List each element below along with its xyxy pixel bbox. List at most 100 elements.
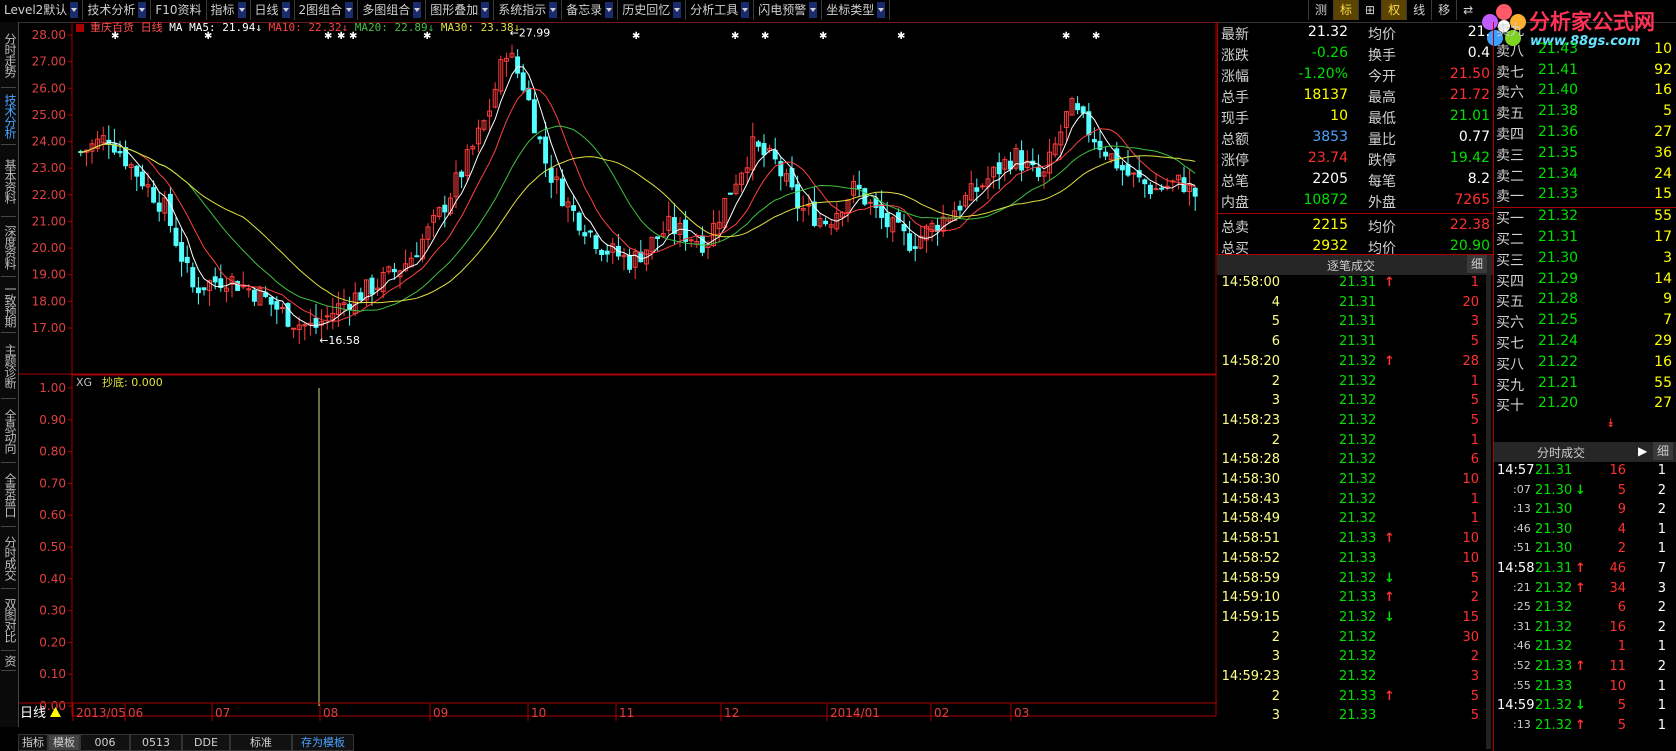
bottom-tab[interactable]: 006 bbox=[80, 734, 130, 751]
event-marker-icon[interactable]: ✱ bbox=[349, 31, 357, 42]
order-row[interactable]: 买十 21.20 27 bbox=[1493, 395, 1676, 415]
minute-time: :21 bbox=[1513, 580, 1531, 594]
dropdown-arrow-icon[interactable] bbox=[673, 2, 682, 18]
left-tab[interactable]: 一致预期 bbox=[1, 277, 17, 333]
left-tab[interactable]: 分时成交 bbox=[1, 527, 17, 589]
dropdown-arrow-icon[interactable] bbox=[70, 2, 79, 18]
kline-chart[interactable]: 28.00 27.00 26.00 25.00 24.00 23.00 22.00 21.00… bbox=[19, 22, 1217, 727]
order-row[interactable]: 卖二 21.34 24 bbox=[1493, 166, 1676, 186]
order-row[interactable]: 卖七 21.41 92 bbox=[1493, 62, 1676, 82]
event-marker-icon[interactable]: ✱ bbox=[897, 31, 905, 42]
bottom-tab[interactable]: 指标 bbox=[18, 734, 48, 751]
toolbar-menu-item[interactable]: 历史回忆 bbox=[618, 0, 687, 20]
event-marker-icon[interactable]: ✱ bbox=[337, 31, 345, 42]
order-row[interactable]: 买五 21.28 9 bbox=[1493, 291, 1676, 311]
dropdown-arrow-icon[interactable] bbox=[281, 2, 290, 18]
event-marker-icon[interactable]: ✱ bbox=[111, 31, 119, 42]
period-label[interactable]: 日线 bbox=[20, 706, 46, 721]
order-row[interactable]: 买四 21.29 14 bbox=[1493, 271, 1676, 291]
toolbar-menu-item[interactable]: 2图组合 bbox=[295, 0, 359, 20]
toolbar-right-button[interactable]: 线 bbox=[1406, 0, 1431, 20]
toolbar-right-button[interactable]: ⇄ bbox=[1456, 0, 1479, 20]
event-marker-icon[interactable]: ✱ bbox=[819, 31, 827, 42]
arrow-up-icon: ↑ bbox=[1575, 580, 1586, 596]
toolbar-menu-item[interactable]: 备忘录 bbox=[562, 0, 619, 20]
dropdown-arrow-icon[interactable] bbox=[741, 2, 750, 18]
order-row[interactable]: 卖六 21.40 16 bbox=[1493, 82, 1676, 102]
indicator-tick-label: 0.70 bbox=[39, 476, 66, 490]
chart-menu-icon[interactable] bbox=[76, 24, 84, 32]
event-marker-icon[interactable]: ✱ bbox=[324, 31, 332, 42]
tick-scrollbar[interactable] bbox=[1486, 275, 1491, 749]
left-tab[interactable]: 双图对比 bbox=[1, 589, 17, 651]
minute-deal-row: :52 21.33 ↑ 11 2 bbox=[1493, 659, 1676, 678]
order-row[interactable]: 买一 21.32 55 bbox=[1493, 207, 1676, 228]
toolbar-menu-item[interactable]: 坐标类型 bbox=[822, 0, 891, 20]
dropdown-arrow-icon[interactable] bbox=[345, 2, 354, 18]
left-tab[interactable]: 分时走势 bbox=[1, 22, 17, 88]
left-tab[interactable]: 基本资料 bbox=[1, 145, 17, 217]
toolbar-menu-item[interactable]: 图形叠加 bbox=[426, 0, 495, 20]
order-price: 21.35 bbox=[1538, 144, 1579, 161]
toolbar-menu-item[interactable]: Level2默认 bbox=[0, 0, 84, 20]
indicator-tick-label: 0.50 bbox=[39, 540, 66, 554]
toolbar-menu-item[interactable]: 系统指示 bbox=[494, 0, 563, 20]
dropdown-arrow-icon[interactable] bbox=[237, 2, 246, 18]
dropdown-arrow-icon[interactable] bbox=[138, 2, 147, 18]
toolbar-menu-item[interactable]: 技术分析 bbox=[83, 0, 152, 20]
toolbar-menu-item[interactable]: 闪电预警 bbox=[754, 0, 823, 20]
order-row[interactable]: 买七 21.24 29 bbox=[1493, 333, 1676, 353]
toolbar-right-button[interactable]: 权 bbox=[1381, 0, 1407, 20]
dropdown-arrow-icon[interactable] bbox=[877, 2, 886, 18]
toolbar-right-button[interactable]: 测 bbox=[1308, 0, 1333, 20]
event-marker-icon[interactable]: ✱ bbox=[1092, 31, 1100, 42]
dropdown-arrow-icon[interactable] bbox=[809, 2, 818, 18]
order-row[interactable]: 卖八 21.43 10 bbox=[1493, 41, 1676, 61]
order-row[interactable]: 买二 21.31 17 bbox=[1493, 229, 1676, 249]
order-row[interactable]: 卖三 21.35 36 bbox=[1493, 145, 1676, 165]
left-tab[interactable]: 技术分析 bbox=[1, 88, 17, 145]
dropdown-arrow-icon[interactable] bbox=[481, 2, 490, 18]
tick-detail-button[interactable]: 细 bbox=[1467, 255, 1487, 273]
order-row[interactable]: 买六 21.25 7 bbox=[1493, 312, 1676, 332]
order-row[interactable]: 买三 21.30 3 bbox=[1493, 250, 1676, 270]
order-row[interactable]: 卖一 21.33 15 bbox=[1493, 186, 1676, 206]
bottom-tab[interactable]: 模板 bbox=[48, 734, 80, 751]
order-level-label: 卖一 bbox=[1496, 189, 1524, 206]
minute-price: 21.32 bbox=[1535, 600, 1573, 616]
toolbar-menu-item[interactable]: 日线 bbox=[251, 0, 295, 20]
event-marker-icon[interactable]: ✱ bbox=[731, 31, 739, 42]
bottom-tab[interactable]: DDE bbox=[182, 734, 230, 751]
toolbar-menu-item[interactable]: 分析工具 bbox=[686, 0, 755, 20]
left-tab[interactable]: 全息动向 bbox=[1, 399, 17, 463]
toolbar-menu-item[interactable]: F10资料 bbox=[151, 0, 207, 20]
order-row[interactable]: 卖五 21.38 5 bbox=[1493, 103, 1676, 123]
event-marker-icon[interactable]: ✱ bbox=[204, 31, 212, 42]
toolbar-right-button[interactable]: 标 bbox=[1333, 0, 1359, 20]
order-row[interactable]: 卖九 bbox=[1493, 20, 1676, 40]
order-row[interactable]: 卖四 21.36 27 bbox=[1493, 124, 1676, 144]
bottom-tab[interactable]: 标准 bbox=[230, 734, 292, 751]
minute-detail-button[interactable]: 细 bbox=[1653, 442, 1673, 460]
event-marker-icon[interactable]: ✱ bbox=[423, 31, 431, 42]
dropdown-arrow-icon[interactable] bbox=[605, 2, 614, 18]
toolbar-menu-item[interactable]: 多图组合 bbox=[358, 0, 427, 20]
left-tab[interactable]: 资 bbox=[1, 651, 17, 671]
event-marker-icon[interactable]: ✱ bbox=[632, 31, 640, 42]
toolbar-right-button[interactable]: 移 bbox=[1431, 0, 1456, 20]
order-row[interactable]: 买八 21.22 16 bbox=[1493, 354, 1676, 374]
bottom-tab[interactable]: 0513 bbox=[130, 734, 182, 751]
left-tab[interactable]: 全景盘口 bbox=[1, 463, 17, 527]
dropdown-arrow-icon[interactable] bbox=[413, 2, 422, 18]
left-tab[interactable]: 主题诊断 bbox=[1, 333, 17, 399]
toolbar-right-button[interactable]: ⊞ bbox=[1358, 0, 1381, 20]
event-marker-icon[interactable]: ✱ bbox=[1062, 31, 1070, 42]
toolbar-menu-item[interactable]: 指标 bbox=[207, 0, 251, 20]
minute-time: :31 bbox=[1513, 619, 1531, 633]
dropdown-arrow-icon[interactable] bbox=[549, 2, 558, 18]
left-tab[interactable]: 深度资料 bbox=[1, 217, 17, 277]
event-marker-icon[interactable]: ✱ bbox=[761, 31, 769, 42]
order-row[interactable]: 买九 21.21 55 bbox=[1493, 375, 1676, 395]
bottom-tab[interactable]: 存为模板 bbox=[292, 734, 354, 751]
play-icon[interactable]: ▶ bbox=[1638, 444, 1647, 458]
